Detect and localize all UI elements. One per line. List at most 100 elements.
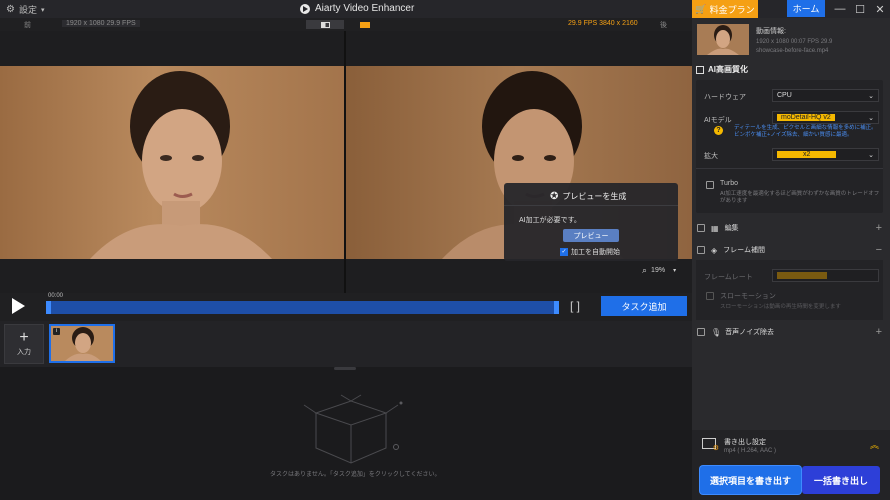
chevron-down-icon: ⌄ bbox=[868, 92, 874, 100]
expand-up-icon[interactable]: ︽ bbox=[870, 438, 879, 451]
hardware-select[interactable]: CPU ⌄ bbox=[772, 89, 879, 102]
ai-section-header[interactable]: AI高画質化 bbox=[696, 64, 748, 75]
frame-interp-section[interactable]: ◈ フレーム補間 − bbox=[692, 240, 890, 260]
portrait-image bbox=[90, 71, 272, 259]
ai-section-title: AI高画質化 bbox=[708, 65, 748, 74]
gear-icon: ⚙ bbox=[6, 4, 15, 15]
zoom-control[interactable]: ⌕ 19% ▾ bbox=[642, 265, 676, 276]
check-icon: ✓ bbox=[560, 248, 568, 256]
cart-icon: 🛒 bbox=[695, 3, 707, 14]
aperture-icon: ✪ bbox=[550, 191, 559, 202]
turbo-label: Turbo bbox=[720, 180, 739, 187]
preview-message: AI加工が必要です。 bbox=[519, 217, 581, 224]
trim-end-handle[interactable] bbox=[554, 301, 559, 314]
edit-section[interactable]: ▦ 編集 + bbox=[692, 218, 890, 238]
add-input-label: 入力 bbox=[17, 349, 31, 356]
hardware-label: ハードウェア bbox=[704, 94, 746, 101]
ai-divider bbox=[696, 168, 883, 169]
frame-interp-label: フレーム補間 bbox=[723, 247, 765, 254]
chevron-down-icon: ⌄ bbox=[868, 151, 874, 159]
frame-rate-select[interactable] bbox=[772, 269, 879, 282]
frame-interp-checkbox[interactable] bbox=[697, 246, 705, 254]
slowmo-description: スローモーションは動画の再生時間を変更します bbox=[720, 304, 841, 310]
trim-start-handle[interactable] bbox=[46, 301, 51, 314]
denoise-section[interactable]: 🎙 音声ノイズ除去 + bbox=[692, 322, 890, 342]
side-by-side-toggle[interactable] bbox=[346, 20, 384, 29]
info-icon: i bbox=[53, 328, 60, 335]
ai-enhance-icon bbox=[696, 65, 704, 74]
app-title-text: Aiarty Video Enhancer bbox=[315, 3, 415, 14]
expand-plus-icon[interactable]: + bbox=[876, 326, 882, 338]
denoise-checkbox[interactable] bbox=[697, 328, 705, 336]
help-icon[interactable]: ? bbox=[714, 126, 723, 135]
preview-button[interactable]: プレビュー bbox=[563, 229, 619, 242]
scale-value: x2 bbox=[777, 151, 837, 158]
model-label: AIモデル bbox=[704, 117, 732, 124]
plus-icon: + bbox=[19, 329, 29, 346]
side-by-side-icon bbox=[360, 21, 370, 28]
edit-label: 編集 bbox=[724, 225, 739, 232]
auto-start-label: 加工を自動開始 bbox=[571, 249, 620, 256]
microphone-icon: 🎙 bbox=[711, 327, 722, 337]
chevron-down-icon: ▾ bbox=[40, 6, 45, 14]
slowmo-checkbox[interactable] bbox=[706, 292, 714, 300]
scale-select[interactable]: x2 ⌄ bbox=[772, 148, 879, 161]
export-title: 書き出し設定 bbox=[724, 439, 766, 446]
preview-title: プレビューを生成 bbox=[562, 192, 627, 201]
preview-popup: ✪ プレビューを生成 AI加工が必要です。 プレビュー ✓ 加工を自動開始 bbox=[504, 183, 678, 261]
play-icon bbox=[11, 298, 25, 314]
split-view-icon bbox=[320, 21, 330, 28]
auto-start-checkbox[interactable]: ✓ 加工を自動開始 bbox=[560, 247, 620, 257]
ai-settings-box: ハードウェア CPU ⌄ AIモデル moDetail-HQ v2 ⌄ ? ディ… bbox=[696, 80, 883, 213]
add-input-button[interactable]: + 入力 bbox=[4, 324, 44, 364]
chevron-down-icon: ⌄ bbox=[868, 114, 874, 122]
expand-plus-icon[interactable]: + bbox=[876, 222, 882, 234]
edit-checkbox[interactable] bbox=[697, 224, 705, 232]
settings-label: 設定 bbox=[18, 5, 37, 15]
turbo-checkbox[interactable] bbox=[706, 181, 714, 189]
export-area: ⚙ 書き出し設定 mp4 ( H.264, AAC ) ︽ 選択項目を書き出す … bbox=[692, 430, 890, 500]
info-thumbnail bbox=[697, 24, 749, 55]
trim-brackets[interactable]: [ ] bbox=[570, 299, 580, 313]
preview-header: ✪ プレビューを生成 bbox=[550, 191, 626, 202]
maximize-button[interactable]: ☐ bbox=[850, 2, 870, 16]
info-thumbnail-image bbox=[707, 25, 739, 55]
settings-menu[interactable]: ⚙ 設定 ▾ bbox=[6, 3, 45, 16]
before-label: 前 bbox=[24, 22, 31, 29]
minimize-button[interactable]: — bbox=[830, 2, 850, 16]
turbo-description: AI加工速度を最適化するほど画質がわずかな画質のトレードオフがあります bbox=[720, 191, 880, 204]
app-logo-icon bbox=[300, 3, 310, 14]
home-button[interactable]: ホーム bbox=[787, 0, 825, 17]
model-description: ディテールを生成、ピクセルと画細な情報を多めに補正。ビンボケ補正+ノイズ除去、細… bbox=[734, 125, 877, 138]
video-thumbnail[interactable]: i bbox=[49, 324, 115, 363]
pricing-plan-button[interactable]: 🛒 料金プラン bbox=[692, 0, 758, 18]
model-select[interactable]: moDetail-HQ v2 ⌄ bbox=[772, 111, 879, 124]
after-label: 後 bbox=[660, 22, 667, 29]
zoom-value: 19% bbox=[651, 267, 666, 274]
after-info: 29.9 FPS 3840 x 2160 bbox=[568, 20, 638, 27]
export-selected-button[interactable]: 選択項目を書き出す bbox=[700, 466, 801, 494]
frame-interp-icon: ◈ bbox=[711, 245, 718, 255]
scale-label: 拡大 bbox=[704, 153, 718, 160]
export-format: mp4 ( H.264, AAC ) bbox=[724, 448, 777, 454]
split-view-toggle[interactable] bbox=[306, 20, 344, 29]
close-button[interactable]: ✕ bbox=[870, 2, 890, 16]
collapse-minus-icon[interactable]: − bbox=[876, 244, 882, 256]
before-video-pane[interactable] bbox=[0, 31, 344, 293]
add-task-button[interactable]: タスク追加 bbox=[601, 296, 687, 316]
chevron-down-icon: ▾ bbox=[673, 268, 677, 274]
timeline-bar: 00:00 [ ] タスク追加 bbox=[0, 293, 692, 321]
export-all-button[interactable]: 一括書き出し bbox=[802, 466, 880, 494]
slowmo-label: スローモーション bbox=[720, 293, 776, 300]
frame-rate-value-bar bbox=[777, 272, 827, 279]
thumbnail-image bbox=[65, 327, 101, 361]
app-title: Aiarty Video Enhancer bbox=[300, 3, 414, 14]
play-button[interactable] bbox=[8, 296, 28, 316]
timeline-track[interactable] bbox=[46, 301, 559, 314]
hardware-value: CPU bbox=[777, 92, 792, 99]
before-frame bbox=[0, 66, 344, 259]
thumbnail-strip: + 入力 i bbox=[0, 321, 692, 367]
export-settings-icon: ⚙ bbox=[702, 438, 719, 452]
resize-handle[interactable] bbox=[334, 367, 356, 370]
info-filename: showcase-before-face.mp4 bbox=[756, 48, 829, 54]
